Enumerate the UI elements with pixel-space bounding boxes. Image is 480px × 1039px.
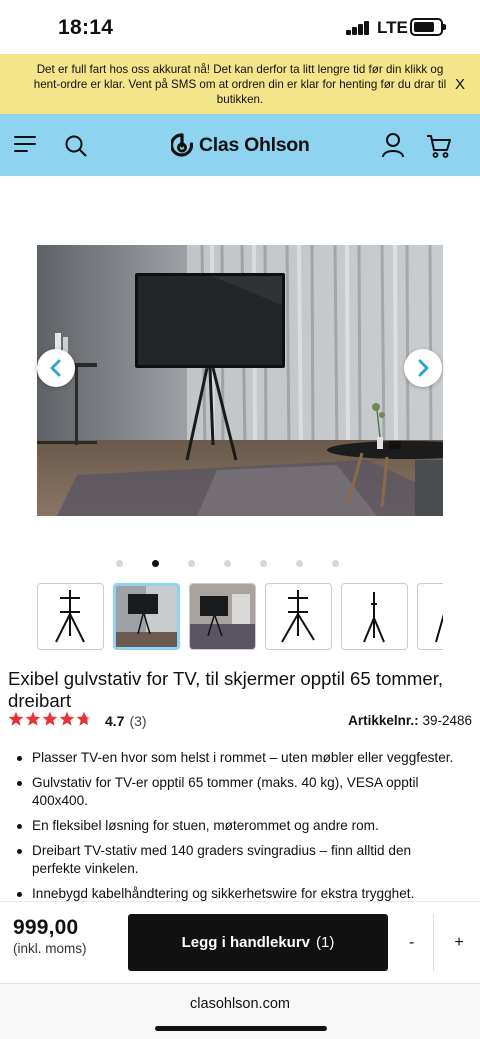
signal-icon [346,21,370,35]
status-bar: 18:14 LTE [0,0,480,54]
rating-summary[interactable]: 4.7 (3) [105,713,147,729]
thumbnail-strip [37,583,443,650]
star-icon [8,711,24,726]
url-text[interactable]: clasohlson.com [0,996,480,1012]
clas-ohlson-logo[interactable]: Clas Ohlson [171,131,310,159]
star-icon [42,711,58,726]
thumbnail[interactable] [189,583,256,650]
article-number-label: Artikkelnr.: [348,713,419,728]
star-icon [25,711,41,726]
network-type: LTE [377,18,408,37]
rating-value: 4.7 [105,713,125,729]
decrease-quantity-button[interactable]: - [390,914,434,971]
feature-list: Plasser TV-en hvor som helst i rommet – … [15,749,455,902]
clas-ohlson-logo-icon [171,133,193,157]
battery-icon [410,18,446,36]
product-title: Exibel gulvstativ for TV, til skjermer o… [8,668,444,711]
pagination-dot[interactable] [260,560,267,567]
chevron-left-icon [50,359,61,377]
cart-quantity: (1) [316,934,335,951]
increase-quantity-button[interactable]: + [437,914,480,971]
vat-note: (inkl. moms) [13,941,87,956]
feature-item: Gulvstativ for TV-er opptil 65 tommer (m… [15,774,455,810]
cart-icon[interactable] [426,133,452,159]
gallery-pagination [0,560,480,568]
gallery-next-button[interactable] [404,349,442,387]
product-image[interactable] [37,245,443,516]
article-number: Artikkelnr.: 39-2486 [348,713,472,728]
article-number-value: 39-2486 [422,713,472,728]
banner-close-button[interactable]: X [455,76,465,93]
pagination-dot-active[interactable] [152,560,159,567]
banner-message: Det er full fart hos oss akkurat nå! Det… [33,63,447,106]
feature-item: Innebygd kabelhåndtering og sikkerhetswi… [15,885,455,902]
star-half-icon [76,711,92,726]
feature-item: Plasser TV-en hvor som helst i rommet – … [15,749,455,767]
thumbnail[interactable] [341,583,408,650]
info-banner: Det er full fart hos oss akkurat nå! Det… [0,54,480,114]
add-to-cart-label: Legg i handlekurv [181,934,310,951]
feature-item: Dreibart TV-stativ med 140 graders sving… [15,842,455,878]
review-count: (3) [129,713,147,729]
thumbnail[interactable] [265,583,332,650]
star-icon [59,711,75,726]
hamburger-menu-icon[interactable] [14,136,36,152]
logo-text: Clas Ohlson [199,133,310,156]
status-time: 18:14 [58,16,114,39]
user-icon[interactable] [381,132,405,158]
price: 999,00 [13,916,79,939]
gallery-prev-button[interactable] [37,349,75,387]
pagination-dot[interactable] [188,560,195,567]
chevron-right-icon [418,359,429,377]
feature-item: En fleksibel løsning for stuen, møteromm… [15,817,455,835]
thumbnail-active[interactable] [113,583,180,650]
pagination-dot[interactable] [224,560,231,567]
thumbnail[interactable] [417,583,443,650]
thumbnail[interactable] [37,583,104,650]
browser-url-bar: clasohlson.com [0,983,480,1039]
site-header: Clas Ohlson [0,114,480,176]
home-indicator [155,1026,327,1031]
add-to-cart-button[interactable]: Legg i handlekurv (1) [128,914,388,971]
rating-stars[interactable] [8,711,93,727]
search-icon[interactable] [64,134,88,158]
pagination-dot[interactable] [332,560,339,567]
pagination-dot[interactable] [296,560,303,567]
buy-bar: 999,00 (inkl. moms) Legg i handlekurv (1)… [0,901,480,983]
pagination-dot[interactable] [116,560,123,567]
